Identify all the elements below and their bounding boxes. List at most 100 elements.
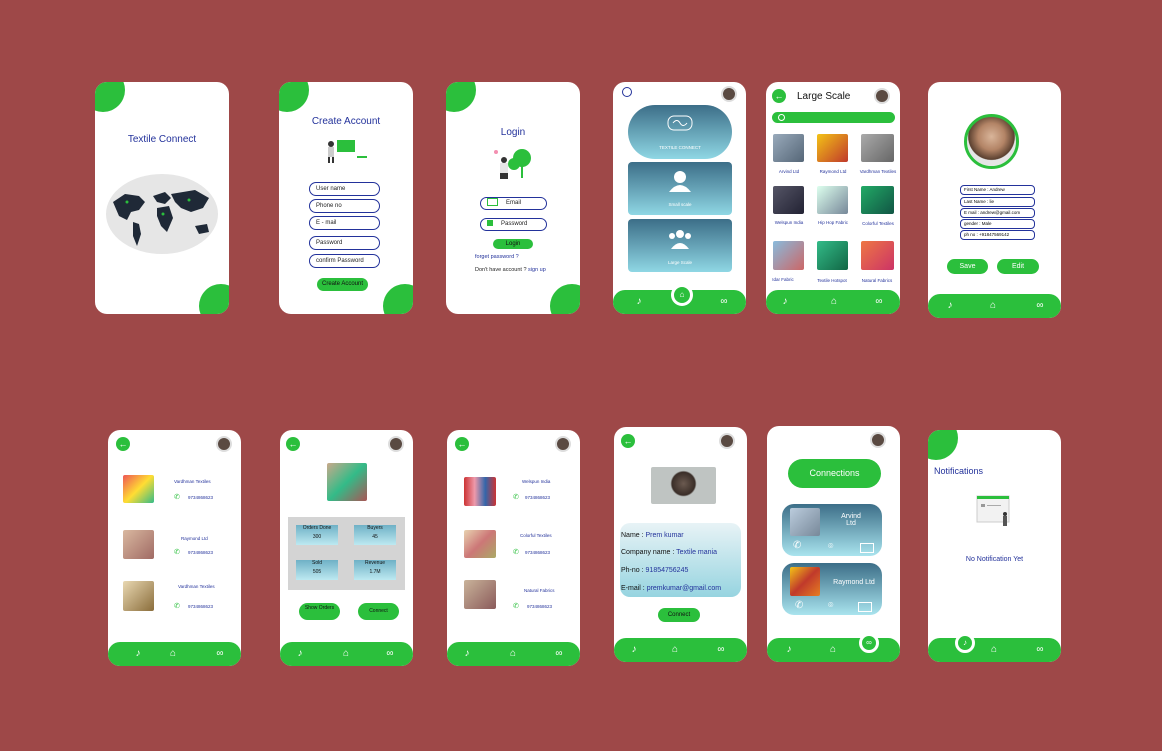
- home-icon[interactable]: ⌂: [987, 300, 999, 312]
- link-icon[interactable]: ∞: [384, 648, 396, 660]
- create-account-button[interactable]: Create Account: [317, 278, 368, 291]
- connection-card[interactable]: Raymond Ltd ✆ ⌾: [782, 563, 882, 615]
- mail-icon[interactable]: [860, 543, 874, 553]
- show-orders-button[interactable]: Show Orders: [299, 603, 340, 620]
- large-scale-tile[interactable]: Large Scale: [628, 219, 732, 272]
- bell-icon[interactable]: ♪: [779, 296, 791, 308]
- company-thumbnail[interactable]: [861, 241, 894, 270]
- avatar[interactable]: [721, 86, 737, 102]
- connect-button[interactable]: Connect: [358, 603, 399, 620]
- avatar[interactable]: [388, 436, 404, 452]
- bottom-nav: ♪ ⌂ ∞: [928, 633, 1061, 662]
- confirm-password-field[interactable]: confirm Password: [309, 254, 380, 268]
- back-arrow-icon[interactable]: ←: [621, 434, 635, 448]
- phone-field[interactable]: ph no : +91847569142: [960, 230, 1035, 240]
- password-field[interactable]: Password: [480, 218, 547, 231]
- user-icon: [669, 171, 691, 192]
- avatar[interactable]: [719, 433, 735, 449]
- link-icon[interactable]: ∞: [1034, 644, 1046, 656]
- home-icon[interactable]: ⌂: [669, 644, 681, 656]
- power-icon[interactable]: [622, 87, 632, 97]
- first-name-field[interactable]: First Name : Andrew: [960, 185, 1035, 195]
- search-bar[interactable]: [772, 112, 895, 123]
- back-arrow-icon[interactable]: ←: [772, 89, 786, 103]
- company-thumbnail[interactable]: [817, 186, 848, 214]
- avatar[interactable]: [555, 436, 571, 452]
- phone-icon[interactable]: ✆: [174, 493, 180, 501]
- location-icon[interactable]: ⌾: [828, 600, 833, 611]
- connect-button[interactable]: Connect: [658, 608, 700, 622]
- connection-card[interactable]: Arvind Ltd ✆ ⌾: [782, 504, 882, 556]
- company-thumbnail[interactable]: [123, 530, 154, 559]
- company-thumbnail[interactable]: [464, 477, 496, 506]
- home-icon[interactable]: ⌂: [828, 296, 840, 308]
- phone-icon[interactable]: ✆: [174, 602, 180, 610]
- textile-connect-tile[interactable]: TEXTILE CONNECT: [628, 105, 732, 159]
- phone-icon[interactable]: ✆: [174, 548, 180, 556]
- bell-icon[interactable]: ♪: [955, 633, 975, 653]
- phone-field[interactable]: Phone no: [309, 199, 380, 213]
- company-thumbnail[interactable]: [773, 134, 804, 162]
- forgot-password-link[interactable]: forget password ?: [475, 254, 519, 260]
- link-icon[interactable]: ∞: [553, 648, 565, 660]
- mail-icon[interactable]: [858, 602, 872, 612]
- edit-button[interactable]: Edit: [997, 259, 1039, 274]
- phone-icon[interactable]: ✆: [513, 548, 519, 556]
- last-name-field[interactable]: Last Name : lie: [960, 197, 1035, 207]
- link-icon[interactable]: ∞: [715, 644, 727, 656]
- home-icon[interactable]: ⌂: [988, 644, 1000, 656]
- bell-icon[interactable]: ♪: [628, 644, 640, 656]
- phone-icon[interactable]: ✆: [513, 493, 519, 501]
- back-arrow-icon[interactable]: ←: [286, 437, 300, 451]
- company-thumbnail[interactable]: [123, 475, 154, 503]
- login-button[interactable]: Login: [493, 239, 533, 249]
- empty-notifications-icon: [976, 495, 1010, 526]
- avatar[interactable]: [870, 432, 886, 448]
- bell-icon[interactable]: ♪: [132, 648, 144, 660]
- link-icon[interactable]: ∞: [1034, 300, 1046, 312]
- stat-label: Revenue: [364, 560, 385, 566]
- home-icon[interactable]: ⌂: [167, 648, 179, 660]
- email-field[interactable]: E - mail: [309, 216, 380, 230]
- company-thumbnail[interactable]: [773, 241, 804, 270]
- company-thumbnail[interactable]: [861, 134, 894, 162]
- back-arrow-icon[interactable]: ←: [116, 437, 130, 451]
- link-icon[interactable]: ∞: [859, 633, 879, 653]
- company-thumbnail[interactable]: [817, 241, 848, 270]
- small-scale-tile[interactable]: Small scale: [628, 162, 732, 215]
- company-thumbnail[interactable]: [773, 186, 804, 214]
- link-icon[interactable]: ∞: [873, 296, 885, 308]
- avatar[interactable]: [874, 88, 890, 104]
- phone-icon[interactable]: ✆: [513, 602, 519, 610]
- link-icon[interactable]: ∞: [718, 296, 730, 308]
- password-field[interactable]: Password: [309, 236, 380, 250]
- company-thumbnail[interactable]: [464, 530, 496, 558]
- company-thumbnail[interactable]: [817, 134, 848, 162]
- location-icon[interactable]: ⌾: [828, 541, 833, 552]
- email-field[interactable]: E mail : andrew@gmail.com: [960, 208, 1035, 218]
- link-icon[interactable]: ∞: [214, 648, 226, 660]
- back-arrow-icon[interactable]: ←: [455, 437, 469, 451]
- avatar[interactable]: [216, 436, 232, 452]
- save-button[interactable]: Save: [947, 259, 988, 274]
- bell-icon[interactable]: ♪: [461, 648, 473, 660]
- company-thumbnail[interactable]: [861, 186, 894, 214]
- username-field[interactable]: User name: [309, 182, 380, 196]
- company-thumbnail[interactable]: [464, 580, 496, 609]
- home-icon[interactable]: ⌂: [827, 644, 839, 656]
- bell-icon[interactable]: ♪: [783, 644, 795, 656]
- home-screen: TEXTILE CONNECT Small scale Large Scale …: [613, 82, 746, 314]
- signup-link[interactable]: sign up: [528, 267, 546, 273]
- gender-field[interactable]: gender : Male: [960, 219, 1035, 229]
- bell-icon[interactable]: ♪: [633, 296, 645, 308]
- email-field[interactable]: Email: [480, 197, 547, 210]
- bell-icon[interactable]: ♪: [294, 648, 306, 660]
- home-icon[interactable]: ⌂: [340, 648, 352, 660]
- phone-icon[interactable]: ✆: [795, 600, 803, 611]
- home-icon[interactable]: ⌂: [671, 284, 693, 306]
- home-icon[interactable]: ⌂: [507, 648, 519, 660]
- phone-icon[interactable]: ✆: [793, 540, 801, 551]
- bell-icon[interactable]: ♪: [944, 300, 956, 312]
- field-value: Male: [981, 221, 992, 226]
- company-thumbnail[interactable]: [123, 581, 154, 611]
